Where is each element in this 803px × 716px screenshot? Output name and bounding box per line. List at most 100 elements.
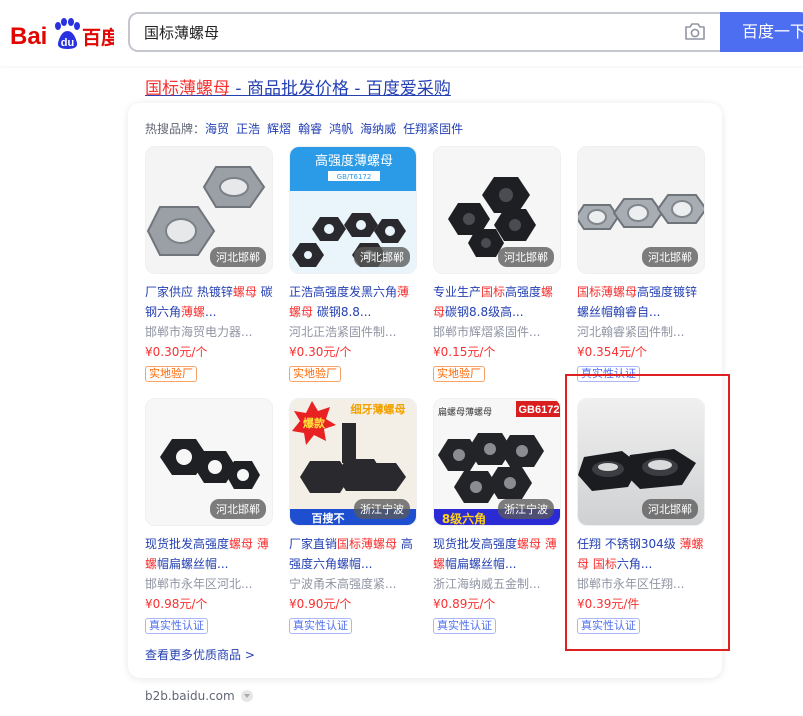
verify-tag: 真实性认证 <box>577 366 640 382</box>
result-title-rest: - 商品批发价格 - 百度爱采购 <box>230 79 451 99</box>
seller-name: 宁波甬禾高强度紧... <box>289 577 397 591</box>
brand-link[interactable]: 翰睿 <box>298 122 322 136</box>
verify-tag: 真实性认证 <box>433 618 496 634</box>
price: ¥0.354元/个 <box>577 345 648 359</box>
svg-text:8级六角: 8级六角 <box>442 511 486 526</box>
title-part: 碳钢8.8级高... <box>445 305 524 319</box>
result-title-link[interactable]: 国标薄螺母 - 商品批发价格 - 百度爱采购 <box>145 74 451 99</box>
brand-link[interactable]: 辉熠 <box>267 122 291 136</box>
product-image[interactable]: 河北邯郸 <box>145 146 273 274</box>
baidu-logo[interactable]: Bai du 百度 <box>10 14 121 52</box>
title-highlight: 国标薄螺母 <box>337 537 398 551</box>
verify-tag: 真实性认证 <box>289 618 352 634</box>
more-products-link[interactable]: 查看更多优质商品 > <box>145 646 255 663</box>
chevron-down-icon[interactable] <box>240 690 253 702</box>
product-item[interactable]: 河北邯郸 任翔 不锈钢304级 薄螺母 国标六角... 邯郸市永年区任翔... … <box>577 398 707 634</box>
verify-tag: 实地验厂 <box>433 366 485 382</box>
svg-text:百度: 百度 <box>82 26 114 49</box>
result-title-highlight: 国标薄螺母 <box>145 79 230 99</box>
search-input[interactable] <box>144 14 664 50</box>
price: ¥0.39元/件 <box>577 597 640 611</box>
brand-link[interactable]: 鸿帆 <box>329 122 353 136</box>
product-title[interactable]: 国标薄螺母高强度镀锌螺丝帽翰睿自... <box>577 282 707 322</box>
source-domain: b2b.baidu.com <box>145 689 235 703</box>
search-button[interactable]: 百度一下 <box>720 12 803 52</box>
hot-brands: 热搜品牌：海贸 正浩 辉熠 翰睿 鸿帆 海纳威 任翔紧固件 <box>145 120 470 137</box>
product-item[interactable]: 扁螺母薄螺母 GB6172 8级六角 浙江宁波 现货批发高强度螺母 薄螺帽扁螺丝… <box>433 398 563 634</box>
title-part: 专业生产 <box>433 285 482 299</box>
brand-link[interactable]: 海纳威 <box>360 122 396 136</box>
location-badge: 浙江宁波 <box>354 499 410 519</box>
product-item[interactable]: 高强度薄螺母 GB/T6172 河北邯郸 正浩高强度发黑六角薄螺母 碳钢8.8.… <box>289 146 419 382</box>
svg-text:扁螺母薄螺母: 扁螺母薄螺母 <box>438 406 492 418</box>
product-title[interactable]: 现货批发高强度螺母 薄螺帽扁螺丝帽... <box>145 534 275 574</box>
brand-link[interactable]: 正浩 <box>236 122 260 136</box>
product-image[interactable]: 高强度薄螺母 GB/T6172 河北邯郸 <box>289 146 417 274</box>
product-title[interactable]: 现货批发高强度螺母 薄螺帽扁螺丝帽... <box>433 534 563 574</box>
location-badge: 河北邯郸 <box>642 247 698 267</box>
verify-tag: 真实性认证 <box>145 618 208 634</box>
title-highlight: 国标 <box>481 285 506 299</box>
price: ¥0.15元/个 <box>433 345 496 359</box>
product-title[interactable]: 专业生产国标高强度螺母碳钢8.8级高... <box>433 282 563 322</box>
title-part: 帽扁螺丝帽... <box>445 557 517 571</box>
location-badge: 浙江宁波 <box>498 499 554 519</box>
title-part: 正浩高强度发黑六角 <box>289 285 398 299</box>
location-badge: 河北邯郸 <box>498 247 554 267</box>
verify-tag: 真实性认证 <box>577 618 640 634</box>
svg-text:百搜不: 百搜不 <box>312 511 345 525</box>
title-highlight: 国标 <box>592 557 617 571</box>
title-part: 碳钢8.8... <box>313 305 372 319</box>
product-title[interactable]: 厂家直销国标薄螺母 高强度六角螺帽... <box>289 534 419 574</box>
location-badge: 河北邯郸 <box>210 499 266 519</box>
svg-text:爆款: 爆款 <box>303 416 326 430</box>
product-image[interactable]: 扁螺母薄螺母 GB6172 8级六角 浙江宁波 <box>433 398 561 526</box>
title-highlight: 国标薄螺母 <box>577 285 638 299</box>
verify-tag: 实地验厂 <box>145 366 197 382</box>
product-item[interactable]: 河北邯郸 专业生产国标高强度螺母碳钢8.8级高... 邯郸市辉熠紧固件... ¥… <box>433 146 563 382</box>
seller-name: 河北翰睿紧固件制... <box>577 325 685 339</box>
product-item[interactable]: 河北邯郸 厂家供应 热镀锌螺母 碳钢六角薄螺... 邯郸市海贸电力器... ¥0… <box>145 146 275 382</box>
camera-icon[interactable] <box>684 22 706 42</box>
price: ¥0.89元/个 <box>433 597 496 611</box>
title-part: 帽扁螺丝帽... <box>157 557 229 571</box>
product-image[interactable]: 河北邯郸 <box>145 398 273 526</box>
price: ¥0.98元/个 <box>145 597 208 611</box>
seller-name: 浙江海纳威五金制... <box>433 577 541 591</box>
svg-text:GB6172: GB6172 <box>519 404 560 416</box>
title-highlight: 螺母 <box>232 285 257 299</box>
source-url[interactable]: b2b.baidu.com <box>145 689 253 703</box>
product-image[interactable]: 河北邯郸 <box>433 146 561 274</box>
title-highlight: 螺母 <box>229 537 254 551</box>
title-part: 厂家直销 <box>289 537 338 551</box>
seller-name: 邯郸市海贸电力器... <box>145 325 253 339</box>
brand-link[interactable]: 海贸 <box>205 122 229 136</box>
top-header: Bai du 百度 百度一下 <box>0 0 803 66</box>
svg-text:GB/T6172: GB/T6172 <box>337 173 372 181</box>
seller-name: 邯郸市永年区任翔... <box>577 577 685 591</box>
title-part: 任翔 不锈钢304级 <box>577 537 680 551</box>
seller-name: 邯郸市辉熠紧固件... <box>433 325 541 339</box>
search-box <box>128 12 720 52</box>
product-item[interactable]: 爆款 细牙薄螺母 百搜不 浙江宁波 厂家直销国标薄螺母 高强度六角螺帽... 宁… <box>289 398 419 634</box>
location-badge: 河北邯郸 <box>210 247 266 267</box>
price: ¥0.30元/个 <box>145 345 208 359</box>
product-title[interactable]: 厂家供应 热镀锌螺母 碳钢六角薄螺... <box>145 282 275 322</box>
title-highlight: 螺母 <box>517 537 542 551</box>
location-badge: 河北邯郸 <box>354 247 410 267</box>
product-item[interactable]: 河北邯郸 现货批发高强度螺母 薄螺帽扁螺丝帽... 邯郸市永年区河北... ¥0… <box>145 398 275 634</box>
product-title[interactable]: 正浩高强度发黑六角薄螺母 碳钢8.8... <box>289 282 419 322</box>
product-item[interactable]: 河北邯郸 国标薄螺母高强度镀锌螺丝帽翰睿自... 河北翰睿紧固件制... ¥0.… <box>577 146 707 382</box>
svg-text:细牙薄螺母: 细牙薄螺母 <box>351 402 406 416</box>
product-image[interactable]: 河北邯郸 <box>577 146 705 274</box>
brand-link[interactable]: 任翔紧固件 <box>403 122 463 136</box>
svg-text:Bai: Bai <box>10 23 47 50</box>
svg-text:高强度薄螺母: 高强度薄螺母 <box>315 153 393 169</box>
title-part: 厂家供应 热镀锌 <box>145 285 233 299</box>
product-image[interactable]: 爆款 细牙薄螺母 百搜不 浙江宁波 <box>289 398 417 526</box>
product-image[interactable]: 河北邯郸 <box>577 398 705 526</box>
title-part: ... <box>205 305 217 319</box>
location-badge: 河北邯郸 <box>642 499 698 519</box>
product-title[interactable]: 任翔 不锈钢304级 薄螺母 国标六角... <box>577 534 707 574</box>
seller-name: 邯郸市永年区河北... <box>145 577 253 591</box>
